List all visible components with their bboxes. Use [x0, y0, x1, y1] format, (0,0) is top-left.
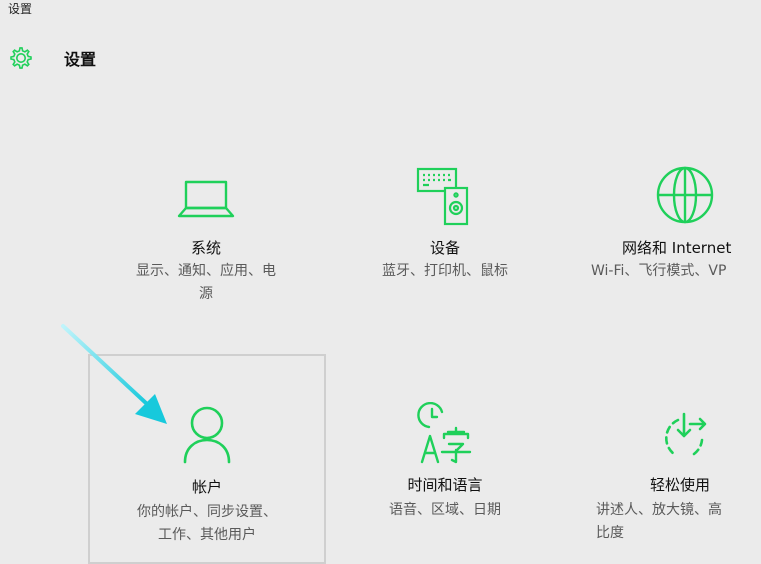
accessibility-icon: [656, 406, 716, 470]
tile-description: 你的帐户、同步设置、 工作、其他用户: [137, 504, 277, 543]
annotation-arrow-icon: [55, 318, 175, 442]
tile-description: 语音、区域、日期: [389, 502, 501, 518]
globe-icon: [654, 164, 716, 230]
tile-network[interactable]: 网络和 Internet Wi-Fi、飞行模式、VP: [566, 150, 761, 340]
devices-icon: [415, 166, 475, 230]
tile-ease-of-access[interactable]: 轻松使用 讲述人、放大镜、高 比度: [566, 354, 761, 564]
tile-name: 网络和 Internet: [622, 239, 732, 257]
tile-system[interactable]: 系统 显示、通知、应用、电 源: [88, 150, 324, 340]
page-title: 设置: [64, 50, 97, 69]
time-language-icon: [412, 401, 478, 472]
tile-name: 时间和语言: [407, 476, 483, 494]
tile-devices[interactable]: 设备 蓝牙、打印机、鼠标: [327, 150, 563, 340]
tile-description: 讲述人、放大镜、高 比度: [596, 502, 722, 541]
window-title: 设置: [8, 2, 33, 16]
tile-name: 系统: [190, 239, 221, 257]
gear-icon: [8, 45, 34, 71]
settings-header: 设置: [8, 44, 96, 72]
tile-name: 设备: [429, 239, 460, 257]
tile-description: 显示、通知、应用、电 源: [136, 263, 276, 302]
person-icon: [179, 404, 235, 470]
tile-name: 轻松使用: [650, 476, 711, 494]
tile-time-language[interactable]: 时间和语言 语音、区域、日期: [327, 354, 563, 564]
tile-name: 帐户: [191, 478, 222, 496]
tile-description: 蓝牙、打印机、鼠标: [382, 263, 508, 279]
tile-description: Wi-Fi、飞行模式、VP: [591, 263, 727, 279]
laptop-icon: [175, 178, 237, 226]
